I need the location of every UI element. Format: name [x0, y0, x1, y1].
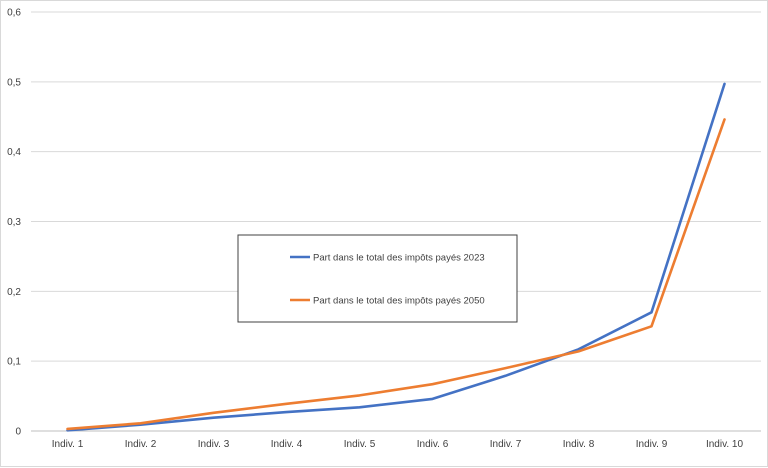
- x-tick-label: Indiv. 3: [198, 439, 230, 450]
- x-tick-label: Indiv. 2: [125, 439, 157, 450]
- y-tick-label: 0,6: [7, 8, 21, 19]
- x-tick-label: Indiv. 7: [490, 439, 522, 450]
- y-tick-label: 0,1: [7, 357, 21, 368]
- x-tick-label: Indiv. 6: [417, 439, 449, 450]
- x-tick-label: Indiv. 4: [271, 439, 303, 450]
- x-axis-ticks: Indiv. 1 Indiv. 2 Indiv. 3 Indiv. 4 Indiv. 5…: [52, 439, 744, 450]
- legend-label: Part dans le total des impôts payés 2050: [313, 296, 485, 307]
- x-tick-label: Indiv. 8: [563, 439, 595, 450]
- gridlines: [31, 11, 761, 432]
- line-chart: 00,10,20,30,40,50,6 Indiv. 1 Indiv. 2 Indi…: [7, 8, 761, 450]
- legend-box: [237, 234, 518, 323]
- chart-area: 0 0,1 0,2 0,3 0,4 0,5 0,6 Indiv. 1 Indiv. 2 Indi…: [0, 0, 768, 467]
- y-tick-label: 0: [15, 427, 21, 438]
- x-tick-label: Indiv. 1: [52, 439, 84, 450]
- y-tick-label: 0,2: [7, 287, 21, 298]
- y-tick-label: 0,4: [7, 147, 21, 158]
- legend-label: Part dans le total des impôts payés 2023: [313, 253, 485, 264]
- y-tick-label: 0,3: [7, 217, 21, 228]
- legend: Part dans le total des impôts payés 2023…: [237, 234, 518, 323]
- y-tick-label: 0,5: [7, 77, 21, 88]
- x-tick-label: Indiv. 9: [636, 439, 668, 450]
- x-tick-label: Indiv. 5: [344, 439, 376, 450]
- x-tick-label: Indiv. 10: [706, 439, 743, 450]
- y-axis-ticks: 0 0,1 0,2 0,3 0,4 0,5 0,6: [7, 8, 21, 438]
